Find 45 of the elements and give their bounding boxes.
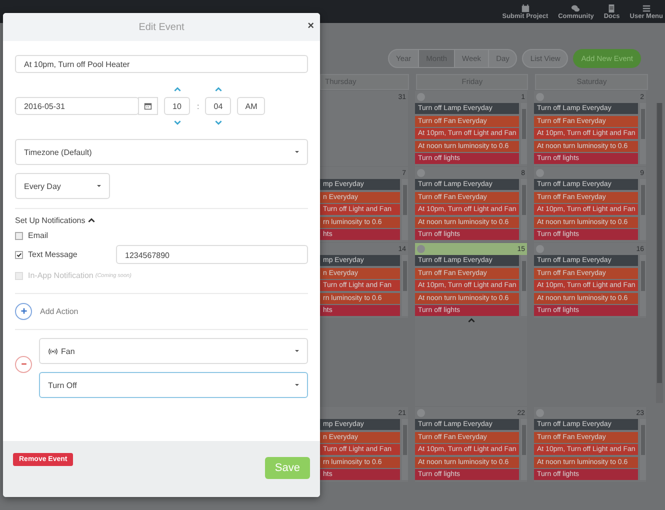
plus-icon: [20, 307, 28, 315]
remove-action-button[interactable]: [15, 356, 32, 372]
close-button[interactable]: ×: [308, 21, 314, 32]
chevron-down-icon[interactable]: [174, 120, 180, 125]
scrollbar[interactable]: [402, 419, 408, 480]
repeat-select[interactable]: Every Day: [15, 173, 110, 199]
minute-field[interactable]: 04: [205, 97, 232, 115]
scrollbar[interactable]: [521, 179, 527, 240]
scrollbar[interactable]: [521, 255, 527, 316]
chat-icon: [571, 4, 580, 12]
notifications-toggle[interactable]: Set Up Notifications: [15, 216, 86, 225]
phone-number-field[interactable]: 1234567890: [116, 245, 308, 264]
scrollbar[interactable]: [521, 103, 527, 164]
chevron-down-icon[interactable]: [214, 120, 222, 125]
scrollbar[interactable]: [640, 179, 646, 240]
device-select[interactable]: Fan: [39, 338, 308, 364]
calendar-icon: [144, 102, 152, 110]
time-separator: :: [197, 102, 200, 110]
scrollbar[interactable]: [640, 419, 646, 480]
checkbox-label: Text Message: [28, 250, 78, 259]
scrollbar[interactable]: [402, 179, 408, 240]
timezone-select[interactable]: Timezone (Default): [15, 139, 308, 165]
scrollbar[interactable]: [640, 103, 646, 164]
scrollbar[interactable]: [402, 255, 408, 316]
checkbox[interactable]: [15, 232, 23, 240]
command-select[interactable]: Turn Off: [39, 372, 308, 398]
checkbox[interactable]: [15, 250, 23, 258]
calendar-icon: [520, 4, 530, 12]
signal-icon: [48, 348, 58, 354]
hour-field[interactable]: 10: [164, 97, 190, 115]
checkbox-label: Email: [28, 231, 48, 240]
document-icon: [607, 4, 616, 12]
page-scrollbar[interactable]: [656, 103, 663, 403]
scrollbar[interactable]: [640, 255, 646, 316]
day-badge-icon: [417, 245, 425, 253]
menu-icon: [642, 4, 651, 12]
add-action-label: Add Action: [40, 306, 78, 316]
chevron-up-icon[interactable]: [88, 218, 96, 223]
dialog-title: Edit Event: [138, 22, 184, 32]
scrollbar[interactable]: [521, 419, 527, 480]
am-pm-toggle[interactable]: AM: [237, 97, 266, 115]
add-action-button[interactable]: [15, 302, 32, 320]
calendar-button[interactable]: [138, 97, 158, 115]
event-name-field[interactable]: At 10pm, Turn off Pool Heater: [15, 55, 308, 73]
checkbox-label: In-App Notification: [28, 271, 94, 280]
